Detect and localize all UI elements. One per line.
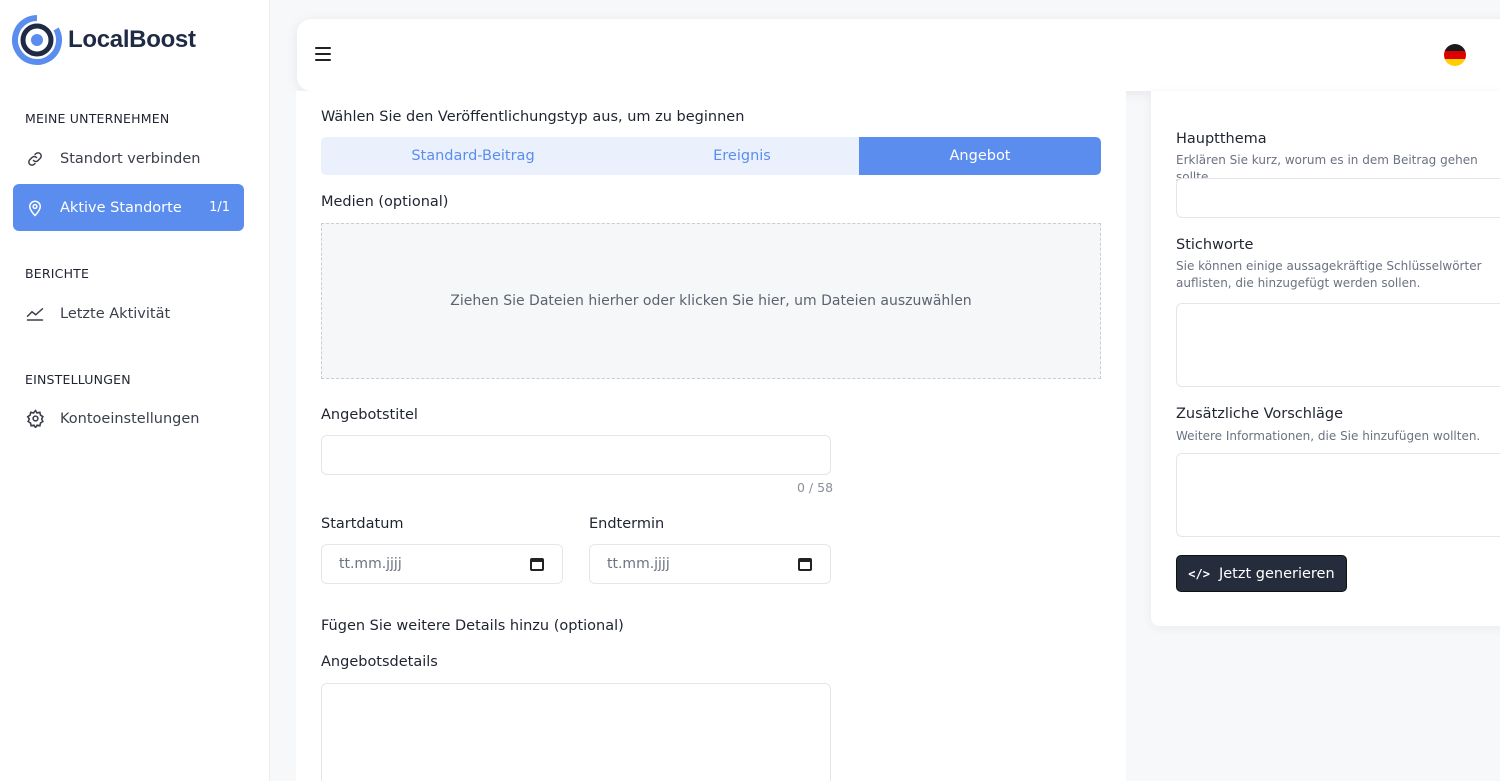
sidebar: LocalBoost MEINE UNTERNEHMEN Standort ve…: [0, 0, 270, 781]
link-icon: [24, 148, 46, 170]
sidebar-item-kontoeinstellungen[interactable]: Kontoeinstellungen: [13, 395, 244, 442]
media-label: Medien (optional): [321, 194, 449, 210]
sidebar-item-letzte-aktivitaet[interactable]: Letzte Aktivität: [13, 290, 244, 337]
calendar-icon[interactable]: [530, 558, 544, 571]
post-type-prompt: Wählen Sie den Veröffentlichungstyp aus,…: [321, 109, 745, 125]
generate-button[interactable]: </> Jetzt generieren: [1176, 555, 1347, 592]
calendar-icon[interactable]: [798, 558, 812, 571]
end-date-input[interactable]: tt.mm.jjjj: [589, 544, 831, 584]
media-dropzone[interactable]: Ziehen Sie Dateien hierher oder klicken …: [321, 223, 1101, 379]
offer-title-char-counter: 0 / 58: [797, 480, 834, 495]
logo[interactable]: LocalBoost: [12, 12, 196, 68]
sidebar-item-label: Aktive Standorte: [60, 199, 182, 216]
start-date-label: Startdatum: [321, 516, 404, 532]
generate-button-label: Jetzt generieren: [1218, 565, 1335, 582]
location-pin-icon: [24, 197, 46, 219]
german-flag-icon[interactable]: [1444, 44, 1466, 66]
sidebar-item-label: Letzte Aktivität: [60, 305, 171, 322]
suggestions-hint: Weitere Informationen, die Sie hinzufüge…: [1176, 429, 1481, 443]
gear-icon: [24, 408, 46, 430]
offer-details-textarea[interactable]: [321, 683, 831, 781]
location-count-badge: 1/1: [209, 200, 230, 215]
keywords-hint: Sie können einige aussagekräftige Schlüs…: [1176, 259, 1482, 290]
end-date-placeholder: tt.mm.jjjj: [607, 556, 670, 572]
top-bar: [297, 19, 1500, 91]
offer-title-input[interactable]: [321, 435, 831, 475]
offer-details-label: Angebotsdetails: [321, 654, 438, 670]
main-topic-label: Hauptthema: [1176, 131, 1267, 147]
tab-angebot[interactable]: Angebot: [859, 137, 1101, 175]
hamburger-icon[interactable]: [315, 47, 331, 61]
sidebar-item-label: Kontoeinstellungen: [60, 410, 200, 427]
logo-icon: [12, 14, 62, 65]
code-icon: </>: [1188, 566, 1210, 581]
chart-line-icon: [24, 303, 46, 325]
offer-title-label: Angebotstitel: [321, 407, 418, 423]
sidebar-item-standort-verbinden[interactable]: Standort verbinden: [13, 135, 244, 182]
main-topic-input[interactable]: [1176, 178, 1500, 218]
keywords-label: Stichworte: [1176, 237, 1254, 253]
dropzone-text: Ziehen Sie Dateien hierher oder klicken …: [450, 293, 972, 309]
post-type-selector: Standard-Beitrag Ereignis Angebot: [321, 137, 1101, 175]
sidebar-item-aktive-standorte[interactable]: Aktive Standorte 1/1: [13, 184, 244, 231]
end-date-label: Endtermin: [589, 516, 665, 532]
suggestions-label: Zusätzliche Vorschläge: [1176, 406, 1343, 422]
start-date-input[interactable]: tt.mm.jjjj: [321, 544, 563, 584]
section-title-berichte: BERICHTE: [25, 266, 90, 281]
section-title-einstellungen: EINSTELLUNGEN: [25, 372, 131, 387]
keywords-textarea[interactable]: [1176, 303, 1500, 387]
tab-ereignis[interactable]: Ereignis: [625, 137, 859, 175]
more-details-label: Fügen Sie weitere Details hinzu (optiona…: [321, 618, 624, 634]
suggestions-textarea[interactable]: [1176, 453, 1500, 537]
sidebar-item-label: Standort verbinden: [60, 150, 201, 167]
section-title-meine-unternehmen: MEINE UNTERNEHMEN: [25, 111, 170, 126]
tab-standard-beitrag[interactable]: Standard-Beitrag: [321, 137, 625, 175]
logo-text: LocalBoost: [68, 26, 196, 53]
start-date-placeholder: tt.mm.jjjj: [339, 556, 402, 572]
